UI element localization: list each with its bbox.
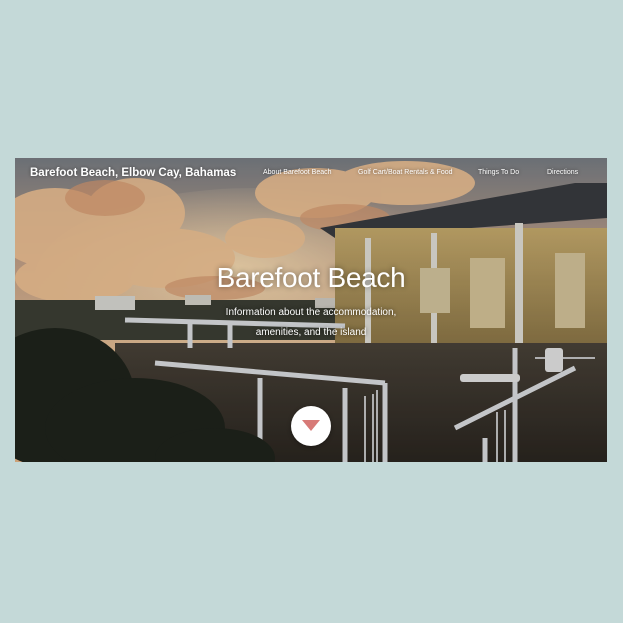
nav-item-about[interactable]: About Barefoot Beach xyxy=(263,169,332,176)
hero-title: Barefoot Beach xyxy=(216,262,406,293)
scroll-down-button[interactable] xyxy=(291,406,331,446)
nav-item-directions[interactable]: Directions xyxy=(547,169,578,176)
chevron-down-icon xyxy=(302,420,320,431)
nav-item-things-to-do[interactable]: Things To Do xyxy=(478,169,519,176)
top-navigation: Barefoot Beach, Elbow Cay, Bahamas About… xyxy=(15,158,607,188)
site-brand-link[interactable]: Barefoot Beach, Elbow Cay, Bahamas xyxy=(30,167,236,179)
nav-item-rentals-food[interactable]: Golf Cart/Boat Rentals & Food xyxy=(358,169,453,176)
hero-subtitle: Information about the accommodation, ame… xyxy=(211,303,411,343)
hero-subtitle-line-2: amenities, and the island xyxy=(255,327,367,338)
hero-subtitle-line-1: Information about the accommodation, xyxy=(225,307,397,318)
hero-frame: Barefoot Beach, Elbow Cay, Bahamas About… xyxy=(15,158,607,462)
